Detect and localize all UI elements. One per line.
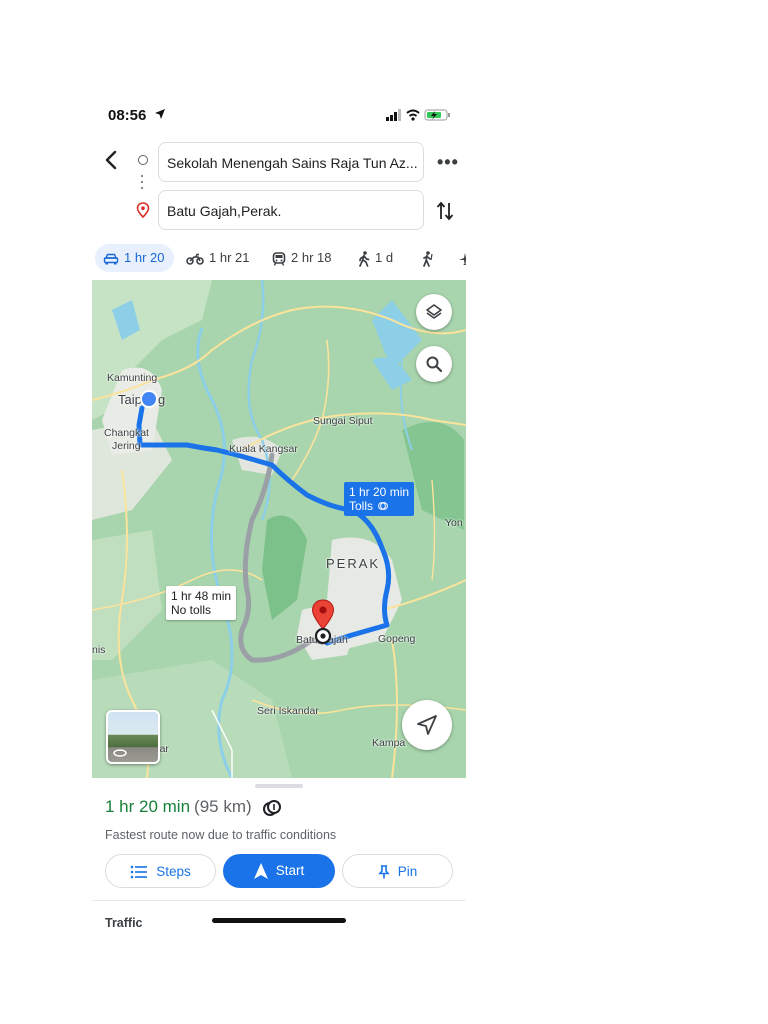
motorcycle-icon [186, 253, 204, 265]
pin-label: Pin [397, 864, 418, 879]
origin-field[interactable]: Sekolah Menengah Sains Raja Tun Az... [158, 142, 424, 182]
divider [92, 900, 466, 901]
mode-label: 2 hr 18 [291, 250, 332, 265]
mode-label: 1 hr 21 [209, 250, 250, 265]
battery-icon [424, 109, 450, 121]
mode-tab-walking[interactable]: 1 d [358, 244, 393, 272]
start-button[interactable]: Start [223, 854, 335, 888]
street-view-rotate-icon [113, 749, 127, 757]
mode-label: 1 d [375, 250, 394, 265]
primary-route-duration: 1 hr 20 min [349, 485, 410, 499]
start-label: Start [275, 863, 305, 878]
layers-button[interactable] [416, 294, 452, 330]
place-label: Kampa [372, 737, 406, 749]
more-options-button[interactable]: ••• [437, 152, 459, 173]
primary-route-note: Tolls [349, 499, 374, 513]
navigation-icon [253, 863, 268, 880]
mode-tab-ride[interactable] [420, 244, 439, 272]
place-label: Gopeng [378, 633, 416, 645]
toll-icon [378, 502, 389, 510]
layers-icon [426, 304, 442, 319]
mode-tab-transit[interactable]: 2 hr 18 [272, 244, 331, 272]
mode-tab-flight[interactable] [459, 244, 466, 272]
place-label: nis [92, 644, 106, 656]
home-indicator[interactable] [212, 918, 346, 923]
mode-tab-motorcycle[interactable]: 1 hr 21 [186, 244, 249, 272]
status-bar: 08:56 [92, 92, 466, 138]
region-label: PERAK [326, 556, 381, 571]
list-icon [130, 866, 148, 879]
route-summary: 1 hr 20 min (95 km) [105, 797, 282, 817]
phone-screen: 08:56 Sekolah Menengah Sains Raja Tun Az… [92, 92, 466, 942]
swap-directions-button[interactable] [436, 200, 454, 222]
location-arrow-icon [155, 109, 165, 119]
cellular-signal-icon [386, 109, 401, 121]
pin-icon [378, 865, 390, 879]
steps-label: Steps [156, 864, 191, 879]
navigation-arrow-icon [417, 715, 437, 735]
search-icon [426, 356, 443, 373]
status-time: 08:56 [108, 107, 147, 124]
origin-location-dot [140, 390, 158, 408]
destination-pin-icon [136, 202, 150, 218]
car-icon [103, 253, 119, 265]
traffic-section-title: Traffic [105, 916, 143, 930]
sheet-drag-handle[interactable] [255, 784, 303, 788]
alt-route-duration: 1 hr 48 min [171, 589, 232, 603]
recenter-button[interactable] [402, 700, 452, 750]
back-button[interactable] [100, 148, 124, 172]
route-duration: 1 hr 20 min [105, 797, 191, 816]
connector-dots [141, 175, 144, 193]
airplane-icon [459, 252, 466, 265]
walk-icon [359, 250, 370, 267]
route-distance: (95 km) [194, 797, 252, 816]
origin-dot-icon [138, 155, 148, 165]
destination-marker-icon [311, 599, 335, 645]
alt-route-note: No tolls [171, 603, 212, 617]
toll-icon [263, 799, 282, 816]
route-summary-sheet: 1 hr 20 min (95 km) Fastest route now due… [92, 778, 466, 942]
route-map[interactable]: Kamunting Taip g Changkat Jering Kuala K… [92, 280, 466, 778]
map-background [92, 280, 466, 778]
pin-button[interactable]: Pin [342, 854, 453, 888]
wifi-icon [406, 109, 420, 121]
passenger-icon [423, 250, 433, 267]
place-label: g [158, 392, 166, 407]
place-label: Jering [112, 440, 141, 452]
travel-mode-tabs: 1 hr 20 1 hr 21 2 hr 18 1 d [92, 244, 466, 274]
destination-field[interactable]: Batu Gajah,Perak. [158, 190, 424, 230]
route-note: Fastest route now due to traffic conditi… [105, 828, 337, 842]
place-label: Kamunting [107, 372, 158, 384]
street-view-thumbnail[interactable] [106, 710, 160, 764]
place-label: Kuala Kangsar [229, 443, 298, 455]
steps-button[interactable]: Steps [105, 854, 216, 888]
mode-label: 1 hr 20 [124, 250, 165, 265]
place-label: Sungai Siput [313, 415, 373, 427]
mode-tab-driving[interactable]: 1 hr 20 [95, 244, 175, 272]
place-label: Seri Iskandar [257, 705, 319, 717]
train-icon [272, 251, 286, 266]
primary-route-label[interactable]: 1 hr 20 min Tolls [344, 482, 415, 516]
status-icons [386, 109, 450, 121]
search-along-route-button[interactable] [416, 346, 452, 382]
place-label: Changkat [104, 427, 149, 439]
place-label: Yon [445, 517, 463, 529]
alt-route-label[interactable]: 1 hr 48 min No tolls [166, 586, 237, 620]
